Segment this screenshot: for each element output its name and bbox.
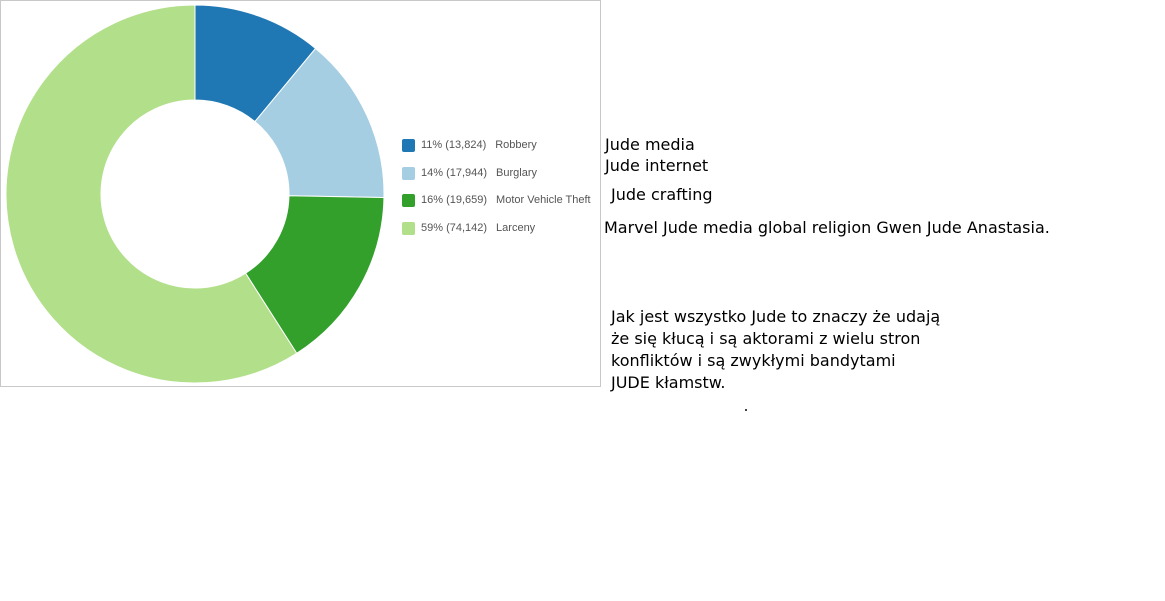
legend-value-robbery: 11% (13,824) xyxy=(421,139,487,151)
chart-panel: 11% (13,824) Robbery 14% (17,944) Burgla… xyxy=(0,0,601,387)
legend-label-motor-vehicle-theft: Motor Vehicle Theft xyxy=(496,194,591,206)
paragraph-line-4: JUDE kłamstw. xyxy=(611,373,726,392)
legend-item-larceny[interactable]: 59% (74,142) Larceny xyxy=(402,220,535,236)
legend-swatch-motor-vehicle-theft xyxy=(402,193,415,207)
stray-dot xyxy=(745,409,747,411)
note-jude-crafting: Jude crafting xyxy=(611,185,713,204)
legend-swatch-robbery xyxy=(402,138,415,152)
note-jude-internet: Jude internet xyxy=(605,156,709,175)
donut-slices xyxy=(5,4,385,384)
paragraph-line-3: konfliktów i są zwykłymi bandytami xyxy=(611,351,896,370)
legend-label-robbery: Robbery xyxy=(495,139,537,151)
legend-label-burglary: Burglary xyxy=(496,167,538,179)
note-marvel-line: Marvel Jude media global religion Gwen J… xyxy=(604,218,1050,237)
legend-value-burglary: 14% (17,944) xyxy=(421,167,488,179)
legend-item-robbery[interactable]: 11% (13,824) Robbery xyxy=(402,137,537,153)
legend-swatch-burglary xyxy=(402,166,415,180)
legend-swatch-larceny xyxy=(402,221,415,235)
legend-label-larceny: Larceny xyxy=(496,222,536,234)
legend-value-larceny: 59% (74,142) xyxy=(421,222,488,234)
paragraph-line-1: Jak jest wszystko Jude to znaczy że udaj… xyxy=(611,307,941,326)
legend-value-motor-vehicle-theft: 16% (19,659) xyxy=(421,194,488,206)
note-jude-media: Jude media xyxy=(605,135,695,154)
paragraph-line-2: że się kłucą i są aktorami z wielu stron xyxy=(611,329,921,348)
legend-item-burglary[interactable]: 14% (17,944) Burglary xyxy=(402,165,537,181)
legend-item-motor-vehicle-theft[interactable]: 16% (19,659) Motor Vehicle Theft xyxy=(402,192,591,208)
